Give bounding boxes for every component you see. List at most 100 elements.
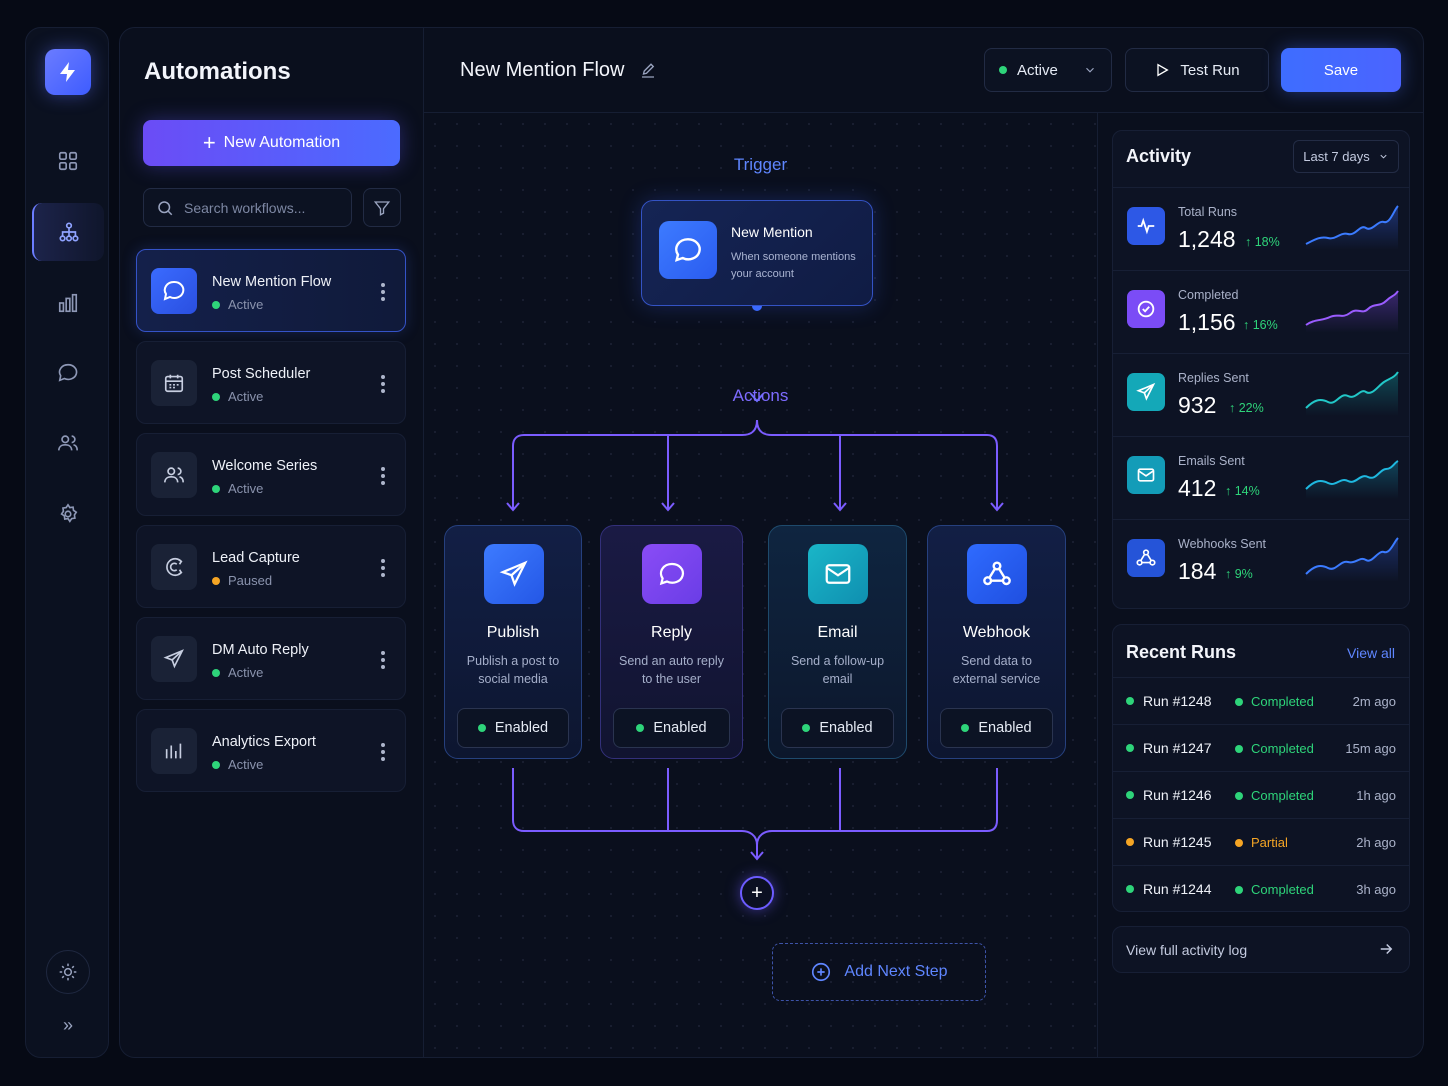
status-dot: [1126, 791, 1134, 799]
flow-title: New Mention Flow: [460, 59, 657, 82]
run-row[interactable]: Run #1246 Completed 1h ago: [1113, 771, 1409, 818]
chevron-down-icon: [1380, 154, 1387, 159]
more-options-icon[interactable]: [373, 556, 393, 580]
action-description: Send a follow-up email: [790, 654, 885, 686]
trigger-card[interactable]: New Mention When someone mentions your a…: [641, 200, 873, 306]
status-dot: [1235, 697, 1243, 706]
view-full-log-button[interactable]: View full activity log: [1112, 926, 1410, 973]
run-row[interactable]: Run #1245 Partial 2h ago: [1113, 818, 1409, 865]
mail-icon: [1127, 456, 1165, 494]
action-card-webhook[interactable]: Webhook Send data to external service En…: [927, 525, 1066, 759]
right-panel: Activity Last 7 days Total Runs 1,248 ↑ …: [1097, 113, 1423, 1057]
run-status: Completed: [1235, 741, 1314, 756]
search-box[interactable]: [143, 188, 352, 227]
workflow-item-welcome-series[interactable]: Welcome Series Active: [136, 433, 406, 516]
analytics-bar-icon[interactable]: [32, 274, 104, 332]
action-card-email[interactable]: Email Send a follow-up email Enabled: [768, 525, 907, 759]
run-id-label: Run #1248: [1143, 693, 1212, 709]
run-status-label: Completed: [1251, 694, 1314, 709]
workflow-item-post-scheduler[interactable]: Post Scheduler Active: [136, 341, 406, 424]
automations-sidebar: Automations + New Automation New Mention…: [120, 28, 424, 1057]
more-options-icon[interactable]: [373, 740, 393, 764]
date-range-dropdown[interactable]: Last 7 days: [1293, 140, 1399, 173]
enabled-toggle[interactable]: Enabled: [613, 708, 730, 748]
workflow-item-dm-auto-reply[interactable]: DM Auto Reply Active: [136, 617, 406, 700]
sparkline-emails-sent: [1305, 460, 1399, 499]
more-options-icon[interactable]: [373, 372, 393, 396]
stat-change-value: 14%: [1234, 484, 1260, 498]
add-next-step-button[interactable]: Add Next Step: [772, 943, 986, 1001]
mail-icon: [808, 544, 868, 604]
run-row[interactable]: Run #1248 Completed 2m ago: [1113, 677, 1409, 724]
workflow-item-lead-capture[interactable]: Lead Capture Paused: [136, 525, 406, 608]
chat-bubble-icon[interactable]: [32, 344, 104, 402]
workflow-name: Welcome Series: [212, 458, 318, 474]
lightning-logo-icon[interactable]: [45, 49, 91, 95]
run-time: 15m ago: [1345, 741, 1396, 756]
users-icon: [151, 452, 197, 498]
run-id-label: Run #1246: [1143, 787, 1212, 803]
enabled-toggle[interactable]: Enabled: [781, 708, 894, 748]
enabled-label: Enabled: [978, 720, 1032, 736]
add-node-plus-icon[interactable]: +: [740, 876, 774, 910]
workflow-status-label: Active: [228, 481, 264, 496]
view-all-link[interactable]: View all: [1347, 645, 1395, 661]
edit-pencil-icon[interactable]: [639, 62, 657, 80]
status-dot: [1126, 885, 1134, 893]
save-button[interactable]: Save: [1281, 48, 1401, 92]
action-description: Send data to external service: [952, 654, 1041, 686]
status-dot: [636, 724, 645, 732]
status-dropdown[interactable]: Active: [984, 48, 1112, 92]
workflow-item-new-mention-flow[interactable]: New Mention Flow Active: [136, 249, 406, 332]
run-id: Run #1245: [1126, 834, 1212, 850]
workflow-tree-icon[interactable]: [32, 203, 104, 261]
run-time: 3h ago: [1356, 882, 1396, 897]
status-dot: [1235, 838, 1243, 847]
send-icon: [1127, 373, 1165, 411]
run-id: Run #1248: [1126, 693, 1212, 709]
add-next-step-label: Add Next Step: [844, 963, 948, 980]
run-status-label: Partial: [1251, 835, 1288, 850]
activity-title: Activity: [1126, 146, 1192, 166]
users-icon[interactable]: [32, 414, 104, 472]
settings-gear-icon[interactable]: [32, 485, 104, 543]
more-options-icon[interactable]: [373, 464, 393, 488]
magnet-icon: [151, 544, 197, 590]
workflow-item-analytics-export[interactable]: Analytics Export Active: [136, 709, 406, 792]
workflow-name: Lead Capture: [212, 550, 300, 566]
stat-value: 1,156: [1178, 309, 1236, 335]
run-time: 2h ago: [1356, 835, 1396, 850]
more-options-icon[interactable]: [373, 648, 393, 672]
expand-chevrons-icon[interactable]: »: [56, 1013, 80, 1037]
flow-canvas: Trigger New Mention When someone mention…: [424, 113, 1097, 1057]
action-name: Webhook: [962, 624, 1031, 641]
arrow-right-icon: [1380, 943, 1393, 955]
trigger-description: When someone mentions your account: [731, 251, 856, 280]
dashboard-grid-icon[interactable]: [32, 132, 104, 190]
enabled-toggle[interactable]: Enabled: [940, 708, 1053, 748]
more-options-icon[interactable]: [373, 280, 393, 304]
bar-chart-icon: [151, 728, 197, 774]
status-dot: [212, 576, 220, 585]
action-name: Reply: [651, 624, 692, 641]
filter-funnel-icon[interactable]: [363, 188, 401, 227]
main-panel: Automations + New Automation New Mention…: [119, 27, 1424, 1058]
stat-label: Replies Sent: [1178, 371, 1249, 385]
stat-change-value: 18%: [1254, 235, 1280, 249]
search-input[interactable]: [184, 199, 334, 216]
run-row[interactable]: Run #1247 Completed 15m ago: [1113, 724, 1409, 771]
theme-toggle-sun-icon[interactable]: [46, 950, 90, 994]
status-dot: [999, 66, 1007, 74]
sidebar-title: Automations: [144, 58, 291, 85]
stat-total-runs: Total Runs 1,248 ↑ 18%: [1113, 187, 1409, 270]
new-automation-button[interactable]: + New Automation: [143, 120, 400, 166]
enabled-toggle[interactable]: Enabled: [457, 708, 569, 748]
sparkline-webhooks-sent: [1305, 537, 1399, 582]
test-run-button[interactable]: Test Run: [1125, 48, 1269, 92]
stat-value: 412: [1178, 475, 1217, 501]
run-row[interactable]: Run #1244 Completed 3h ago: [1113, 865, 1409, 912]
action-card-reply[interactable]: Reply Send an auto reply to the user Ena…: [600, 525, 743, 759]
stat-webhooks-sent: Webhooks Sent 184 ↑ 9%: [1113, 519, 1409, 602]
action-card-publish[interactable]: Publish Publish a post to social media E…: [444, 525, 582, 759]
run-time: 1h ago: [1356, 788, 1396, 803]
